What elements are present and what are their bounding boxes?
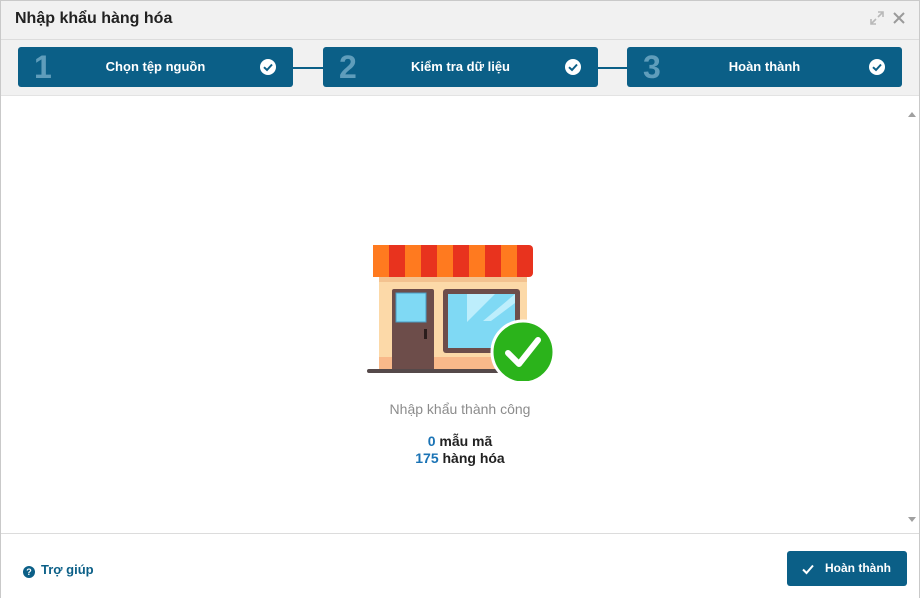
items-count: 175 [415, 450, 439, 466]
close-icon[interactable] [891, 10, 907, 26]
help-link[interactable]: ? Trợ giúp [23, 562, 94, 578]
check-circle-icon [564, 58, 582, 76]
scroll-down-arrow[interactable] [908, 517, 916, 522]
dialog-footer: ? Trợ giúp Hoàn thành [1, 533, 919, 598]
help-label: Trợ giúp [41, 562, 94, 577]
success-message: Nhập khẩu thành công [389, 401, 531, 417]
step-3[interactable]: 3 Hoàn thành [627, 47, 902, 87]
store-icon [367, 241, 557, 385]
step-label: Hoàn thành [728, 59, 801, 74]
success-check-icon [490, 319, 556, 385]
scroll-up-arrow[interactable] [908, 112, 916, 117]
items-label: hàng hóa [442, 450, 505, 466]
variants-count: 0 [427, 433, 436, 449]
check-icon [801, 562, 815, 576]
result-panel: Nhập khẩu thành công 0 mẫu mã 175 hàng h… [1, 96, 919, 533]
dialog-header: Nhập khẩu hàng hóa [1, 1, 919, 40]
step-label: Kiểm tra dữ liệu [411, 59, 510, 74]
wizard-steps: 1 Chọn tệp nguồn 2 Kiểm tra dữ liệu 3 Ho… [1, 40, 919, 96]
finish-button[interactable]: Hoàn thành [787, 551, 907, 586]
step-1[interactable]: 1 Chọn tệp nguồn [18, 47, 293, 87]
step-connector [293, 67, 324, 69]
expand-icon[interactable] [869, 10, 885, 26]
variants-stat: 0 mẫu mã [1, 433, 919, 449]
check-circle-icon [259, 58, 277, 76]
step-label: Chọn tệp nguồn [105, 59, 206, 74]
help-icon: ? [23, 566, 35, 578]
finish-label: Hoàn thành [825, 561, 891, 575]
step-connector [597, 67, 628, 69]
variants-label: mẫu mã [439, 433, 493, 449]
check-circle-icon [868, 58, 886, 76]
dialog-title: Nhập khẩu hàng hóa [15, 10, 173, 27]
items-stat: 175 hàng hóa [1, 450, 919, 466]
import-dialog: Nhập khẩu hàng hóa 1 Chọn tệp nguồn 2 Ki… [0, 0, 920, 598]
step-2[interactable]: 2 Kiểm tra dữ liệu [323, 47, 598, 87]
